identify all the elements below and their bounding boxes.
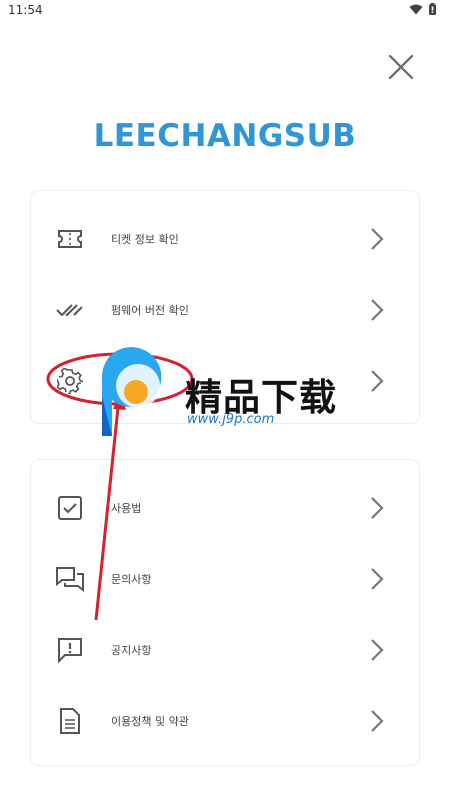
close-button[interactable] (384, 50, 418, 84)
ticket-icon (55, 224, 85, 254)
gear-icon (55, 366, 85, 396)
menu-item-label: 문의사항 (111, 572, 152, 586)
menu-item-label: 환경설정 (111, 374, 152, 388)
chevron-right-icon (367, 494, 387, 522)
menu-item-label: 펌웨어 버전 확인 (111, 303, 189, 317)
status-time: 11:54 (8, 3, 43, 17)
menu-item-ticket-info[interactable]: 티켓 정보 확인 (31, 203, 419, 274)
menu-item-label: 사용법 (111, 501, 142, 515)
status-icons (409, 3, 436, 15)
chat-bubbles-icon (55, 564, 85, 594)
menu-item-label: 공지사항 (111, 643, 152, 657)
chevron-right-icon (367, 225, 387, 253)
menu-item-inquiries[interactable]: 문의사항 (31, 543, 419, 614)
checkbox-icon (55, 493, 85, 523)
battery-icon (429, 3, 436, 15)
menu-item-label: 이용정책 및 약관 (111, 714, 189, 728)
watermark-url: www.j9p.com (187, 412, 275, 427)
double-check-icon (55, 295, 85, 325)
menu-item-terms-policy[interactable]: 이용정책 및 약관 (31, 685, 419, 756)
status-bar: 11:54 (0, 0, 450, 22)
chevron-right-icon (367, 367, 387, 395)
wifi-icon (409, 4, 423, 14)
document-icon (55, 706, 85, 736)
chevron-right-icon (367, 636, 387, 664)
menu-item-how-to-use[interactable]: 사용법 (31, 472, 419, 543)
menu-item-notices[interactable]: 공지사항 (31, 614, 419, 685)
notice-icon (55, 635, 85, 665)
close-icon (388, 54, 414, 80)
menu-item-label: 티켓 정보 확인 (111, 232, 179, 246)
menu-card-2: 사용법 문의사항 공지사항 이용정책 및 약관 (31, 460, 419, 765)
menu-item-firmware-version[interactable]: 펌웨어 버전 확인 (31, 274, 419, 345)
chevron-right-icon (367, 707, 387, 735)
brand-title: LEECHANGSUB (93, 118, 357, 154)
chevron-right-icon (367, 296, 387, 324)
chevron-right-icon (367, 565, 387, 593)
